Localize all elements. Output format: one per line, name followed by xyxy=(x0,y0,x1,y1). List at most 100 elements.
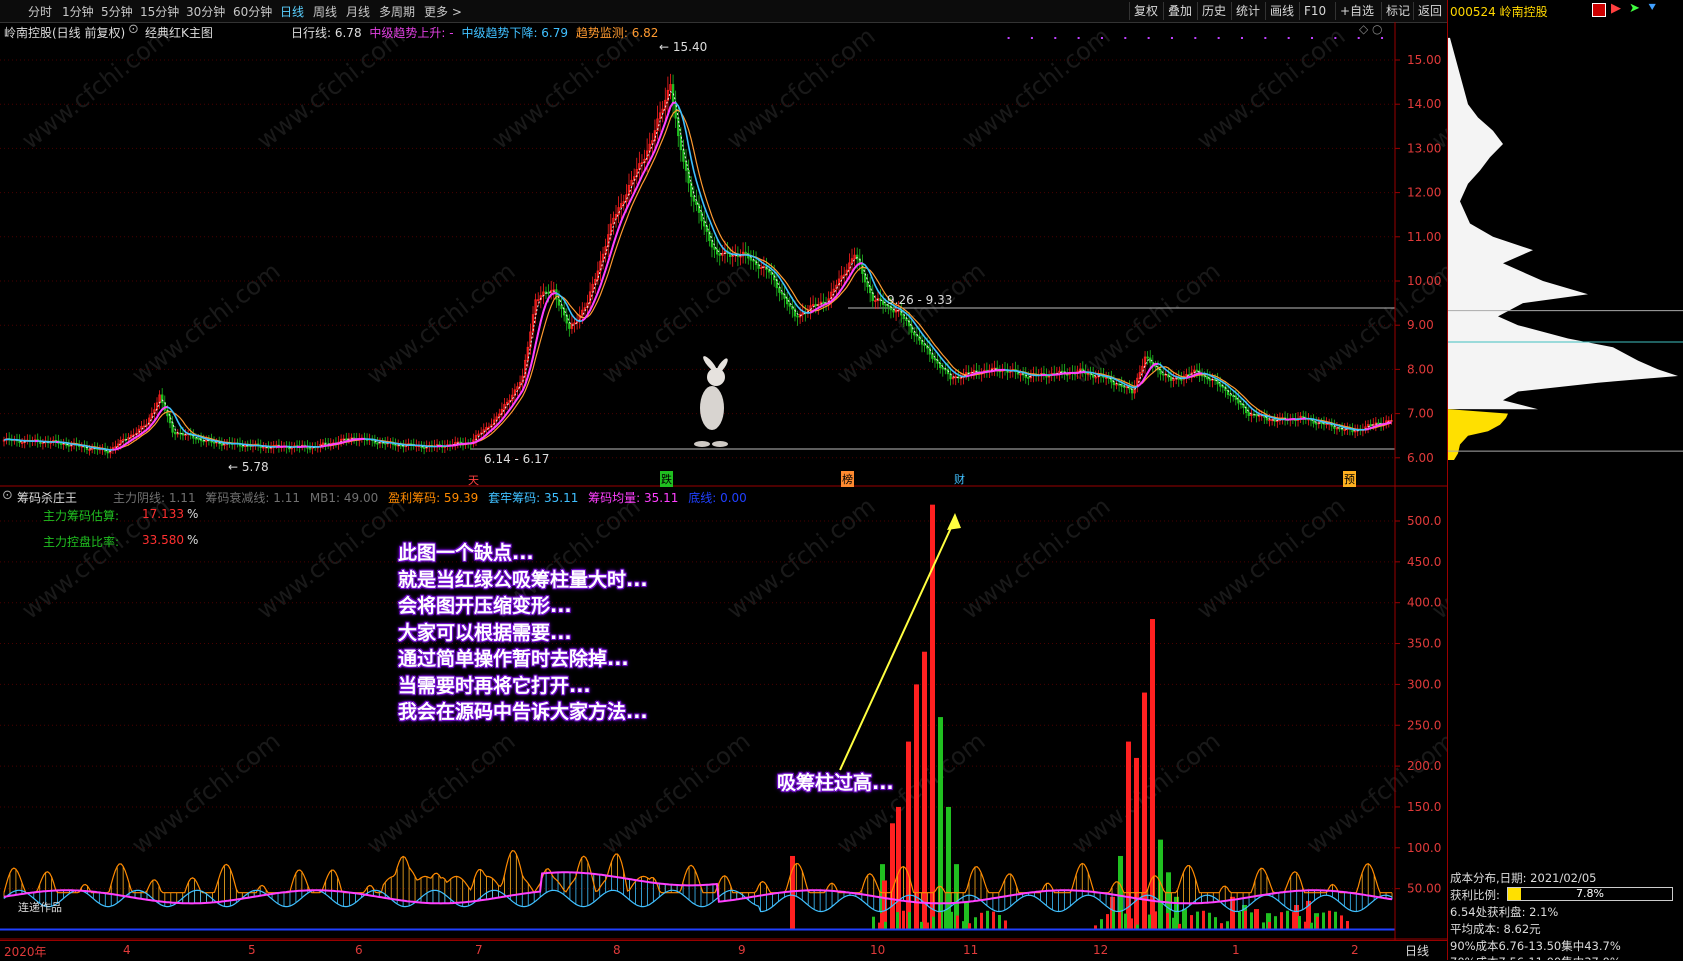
indicator-name[interactable]: 筹码杀庄王 xyxy=(17,489,77,506)
x-label-feb: 2 xyxy=(1351,943,1359,957)
ind-tick-label: 500.0 xyxy=(1407,514,1441,528)
circle-icon[interactable]: ⊙ xyxy=(128,22,139,37)
candle-body xyxy=(168,415,172,424)
marker-yu[interactable]: 预 xyxy=(1343,471,1356,487)
candle-body xyxy=(1146,356,1149,359)
candle-body xyxy=(814,304,817,307)
small-bar xyxy=(1334,911,1337,930)
watermark-text: www.cfchi.com xyxy=(251,492,410,625)
signal-dot xyxy=(1357,37,1360,39)
expand-icon[interactable]: ◇ ○ xyxy=(1359,22,1383,36)
x-label-nov: 11 xyxy=(963,943,979,957)
signal-dot xyxy=(1054,37,1057,39)
small-bar xyxy=(1190,915,1193,930)
watermark-text: www.cfchi.com xyxy=(1191,22,1350,155)
ind-tick-label: 100.0 xyxy=(1407,841,1441,855)
candle-body xyxy=(785,297,789,305)
candle-body xyxy=(422,447,426,449)
candle-body xyxy=(1369,424,1372,426)
watermark-text: www.cfchi.com xyxy=(16,22,175,155)
candle-body xyxy=(1247,412,1250,416)
signal-dot xyxy=(1240,37,1243,39)
arrow-shaft xyxy=(839,518,956,771)
candle-body xyxy=(384,442,387,445)
candle-body xyxy=(1162,373,1165,376)
candle-body xyxy=(376,442,379,445)
small-bar xyxy=(908,912,911,930)
signal-dot xyxy=(1194,37,1197,39)
watermark-text: www.cfchi.com xyxy=(956,22,1115,155)
small-bar xyxy=(1316,916,1319,930)
cursor-icon[interactable]: ➤ xyxy=(1629,1,1640,16)
small-bar xyxy=(1118,910,1121,930)
marker-tian[interactable]: 天 xyxy=(468,472,479,488)
watermark-text: www.cfchi.com xyxy=(126,727,285,860)
marker-bang[interactable]: 榜 xyxy=(841,471,854,487)
period-label: 日线 xyxy=(1405,944,1430,958)
candle-body xyxy=(1169,376,1173,381)
ind-tick-label: 200.0 xyxy=(1407,759,1441,773)
x-label-dec: 12 xyxy=(1093,943,1109,957)
nav-icon[interactable]: ⯆ xyxy=(1647,1,1657,16)
candle-body xyxy=(67,444,71,447)
candle-body xyxy=(744,251,747,254)
small-bar xyxy=(1208,912,1211,930)
x-label-jul: 7 xyxy=(475,943,483,957)
candle-body xyxy=(1112,381,1116,386)
watermark-text: www.cfchi.com xyxy=(1301,727,1447,860)
daily-line xyxy=(3,91,1392,452)
small-bar xyxy=(944,910,947,930)
x-label-jan: 1 xyxy=(1232,943,1240,957)
rp-code: 000524 xyxy=(1450,5,1496,19)
price-tick-label: 7.00 xyxy=(1407,407,1434,421)
candle-body xyxy=(941,367,944,370)
watermark-text: www.cfchi.com xyxy=(1191,492,1350,625)
marker-die[interactable]: 跌 xyxy=(660,471,673,487)
small-bar xyxy=(914,916,917,930)
absorption-bar xyxy=(1142,692,1147,930)
candle-body xyxy=(345,438,348,441)
chip-mode-icon[interactable] xyxy=(1592,3,1606,17)
candle-body xyxy=(557,298,561,306)
arrow-annotation: 吸筹柱过高... xyxy=(777,772,894,794)
candle-body xyxy=(913,331,916,336)
absorption-bar xyxy=(938,717,943,930)
small-bar xyxy=(950,911,953,930)
param-profit: 盈利筹码: 59.39 xyxy=(388,491,479,505)
small-bar xyxy=(1340,915,1343,930)
absorption-bar xyxy=(1150,619,1155,930)
candle-body xyxy=(1159,369,1162,375)
x-axis: 2020年 4 5 6 7 8 9 10 11 12 1 2 xyxy=(0,940,1447,961)
signal-dot xyxy=(1124,37,1127,39)
small-bar xyxy=(1262,922,1265,930)
candle-body xyxy=(1219,383,1222,387)
indicator-icon[interactable]: ⊙ xyxy=(2,488,13,503)
stock-label: 岭南控股(日线 前复权) xyxy=(4,26,126,40)
x-label-may: 5 xyxy=(248,943,256,957)
candle-body xyxy=(1315,422,1318,425)
marker-cai[interactable]: 财 xyxy=(954,471,965,487)
small-bar xyxy=(1142,919,1145,930)
profit-at-price: 6.54处获利盘: 2.1% xyxy=(1450,905,1559,919)
small-bar xyxy=(920,921,923,930)
small-bar xyxy=(926,922,929,930)
candle-body xyxy=(59,442,63,445)
profit-ratio-value: 7.8% xyxy=(1576,887,1604,900)
flag-icon[interactable]: ▶ xyxy=(1611,1,1621,16)
small-bar xyxy=(890,916,893,930)
candle-body xyxy=(868,286,872,294)
template-label[interactable]: 经典红K主图 xyxy=(145,24,213,41)
candle-body xyxy=(171,422,174,433)
candle-body xyxy=(749,257,753,261)
small-bar xyxy=(1238,911,1241,930)
candle-body xyxy=(220,443,224,446)
annotation-block: 此图一个缺点... 就是当红绿公吸筹柱量大时... 会将图开压缩变形... 大家… xyxy=(398,540,648,726)
param-base: 底线: 0.00 xyxy=(688,491,747,505)
signal-dot xyxy=(1147,37,1150,39)
stat1-value: 17.133 xyxy=(142,507,184,521)
candle-body xyxy=(202,440,205,443)
small-bar xyxy=(878,922,881,930)
watermark-text: www.cfchi.com xyxy=(361,727,520,860)
small-bar xyxy=(872,916,875,930)
dist-date: 成本分布,日期: 2021/02/05 xyxy=(1450,871,1597,885)
